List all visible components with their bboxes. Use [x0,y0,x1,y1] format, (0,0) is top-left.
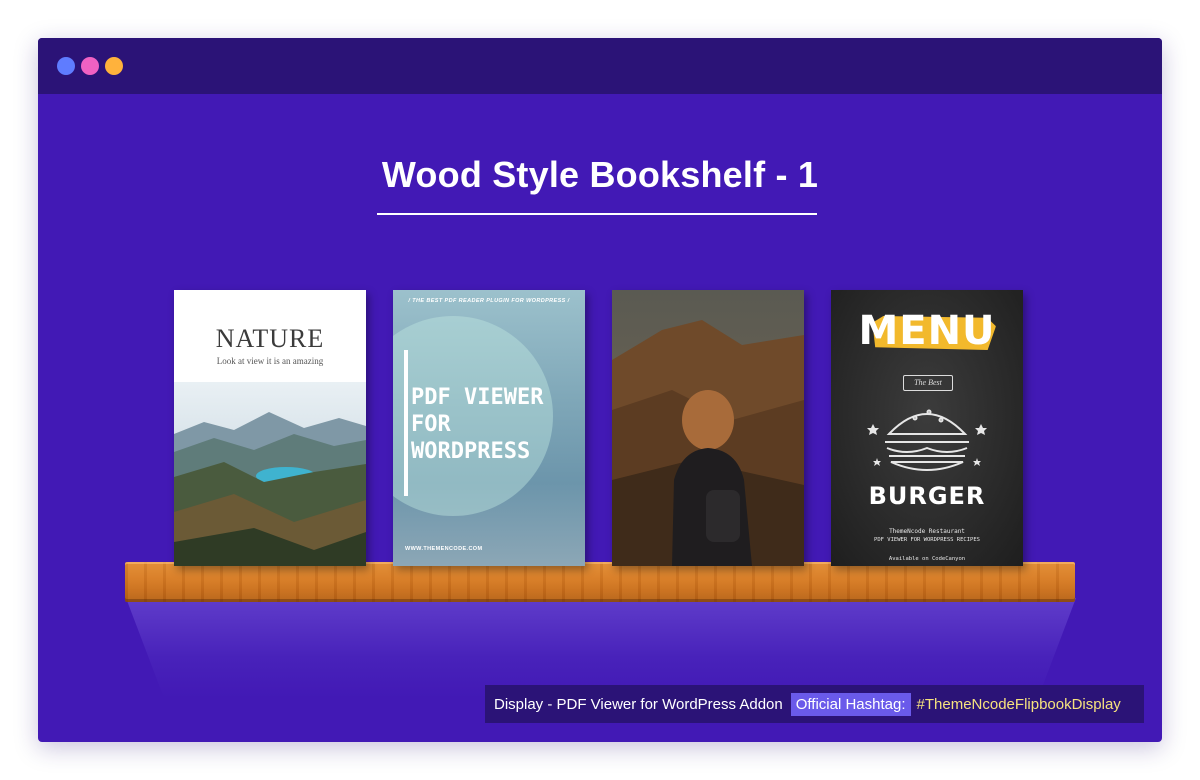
menu-recipes-line: PDF VIEWER FOR WORDPRESS RECIPES [874,537,980,543]
footer-badge: Display - PDF Viewer for WordPress Addon… [485,685,1144,723]
window-control-dot-pink[interactable] [81,57,99,75]
browser-window: Wood Style Bookshelf - 1 NATURE Look at … [38,38,1162,742]
book-title: PDF VIEWER FOR WORDPRESS [411,385,544,464]
burger-icon [867,409,987,471]
book-pdf-viewer[interactable]: / THE BEST PDF READER PLUGIN FOR WORDPRE… [393,290,585,566]
book-title: NATURE [215,324,325,353]
window-titlebar [38,38,1162,94]
menu-restaurant-line: ThemeNcode Restaurant [889,528,965,535]
hiker-photo [612,290,804,566]
window-control-dot-blue[interactable] [57,57,75,75]
window-control-dot-orange[interactable] [105,57,123,75]
ribbon-label: The Best [903,375,953,391]
accent-bar [404,350,408,496]
page-title: Wood Style Bookshelf - 1 [381,154,819,195]
hashtag-pill: Official Hashtag: [790,692,911,716]
book-menu[interactable]: MENU The Best BURGER ThemeNcode Restaura… [831,290,1023,566]
title-underline [377,213,817,215]
hashtag-text[interactable]: #ThemeNcodeFlipbookDisplay [917,696,1121,713]
book-subtitle: Look at view it is an amazing [216,356,324,366]
mountain-lake-image [174,382,366,566]
book-hiker[interactable] [612,290,804,566]
book-title: MENU [858,308,996,354]
menu-item-name: BURGER [868,482,986,510]
shelf-shadow [126,598,1076,698]
book-nature[interactable]: NATURE Look at view it is an amazing [174,290,366,566]
book-tagline: / THE BEST PDF READER PLUGIN FOR WORDPRE… [408,298,570,304]
book-website: WWW.THEMENCODE.COM [405,546,483,552]
menu-availability: Available on CodeCanyon [888,556,966,562]
wood-shelf [125,562,1075,602]
footer-lead-text: Display - PDF Viewer for WordPress Addon [494,695,783,713]
